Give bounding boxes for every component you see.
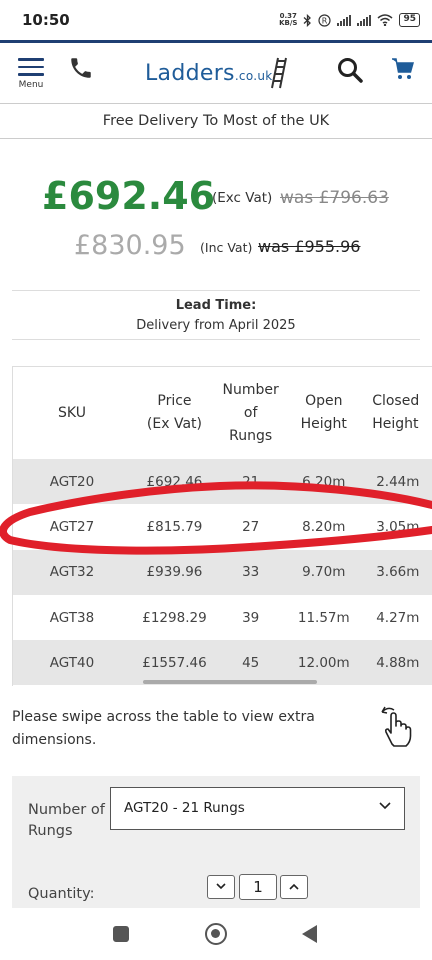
- recents-button[interactable]: [113, 926, 129, 942]
- quantity-decrease-button[interactable]: [207, 875, 235, 899]
- cell-closed-height: 3.05m: [376, 518, 420, 535]
- header-rungs: Number of Rungs: [222, 381, 279, 444]
- home-button[interactable]: [205, 923, 227, 945]
- table-row: AGT27 £815.79 27 8.20m 3.05m: [13, 504, 432, 549]
- lead-time-title: Lead Time:: [175, 298, 257, 313]
- quantity-input[interactable]: 1: [239, 874, 277, 900]
- table-header-row: SKU Price (Ex Vat) Number of Rungs Open Heig…: [13, 367, 432, 459]
- cell-rungs: 33: [217, 549, 284, 595]
- dimensions-table-scroll[interactable]: SKU Price (Ex Vat) Number of Rungs Open Heig…: [12, 366, 432, 686]
- header-sku: SKU: [58, 404, 86, 421]
- table-row: AGT20 £692.46 21 6.20m 2.44m: [13, 459, 432, 505]
- swipe-hint: Please swipe across the table to view ex…: [12, 709, 315, 748]
- menu-button[interactable]: Menu: [18, 58, 44, 90]
- was-price-ex-vat: was £796.63: [280, 188, 389, 208]
- cell-price: £815.79: [146, 518, 203, 535]
- cell-open-height: 8.20m: [302, 518, 346, 535]
- cell-open-height: 12.00m: [283, 640, 365, 686]
- chevron-down-icon: [379, 802, 391, 810]
- variant-label: Number of Rungs: [28, 802, 105, 839]
- product-options-panel: Number of Rungs AGT20 - 21 Rungs Quantit…: [12, 776, 420, 908]
- chevron-down-icon: [216, 883, 226, 890]
- cell-sku: AGT20: [13, 459, 131, 505]
- signal-icon-1: [337, 14, 352, 26]
- cell-price: £692.46: [130, 459, 218, 505]
- cell-open-height: 9.70m: [283, 549, 365, 595]
- price-ex-vat: £692.46: [42, 174, 216, 218]
- site-logo[interactable]: Ladders.co.uk: [145, 61, 273, 86]
- table-row: AGT40 £1557.46 45 12.00m 4.88m: [13, 640, 432, 686]
- header-closed-height: Closed Height: [372, 393, 420, 432]
- search-icon[interactable]: [337, 57, 363, 83]
- table-row: AGT38 £1298.29 39 11.57m 4.27m: [13, 595, 432, 640]
- variant-select[interactable]: AGT20 - 21 Rungs: [110, 787, 405, 830]
- cell-rungs: 27: [242, 518, 260, 535]
- lead-time: Lead Time: Delivery from April 2025: [12, 290, 420, 340]
- cell-closed-height: 4.27m: [376, 609, 420, 626]
- wifi-icon: [377, 14, 393, 26]
- cell-rungs: 45: [217, 640, 284, 686]
- menu-label: Menu: [18, 79, 44, 90]
- back-button[interactable]: [302, 925, 317, 943]
- table-row: AGT32 £939.96 33 9.70m 3.66m: [13, 549, 432, 595]
- cell-open-height: 6.20m: [283, 459, 365, 505]
- cell-sku: AGT40: [13, 640, 131, 686]
- cell-price: £1557.46: [130, 640, 218, 686]
- bluetooth-icon: [304, 13, 312, 27]
- variant-selected-value: AGT20 - 21 Rungs: [124, 800, 245, 816]
- header-open-height: Open Height: [300, 393, 347, 432]
- price-inc-vat: £830.95: [74, 230, 186, 261]
- hand-swipe-icon: [381, 706, 412, 747]
- cell-rungs: 21: [217, 459, 284, 505]
- status-icons: 0.37 KB/S R 95: [279, 13, 420, 27]
- cell-sku: AGT38: [49, 609, 95, 626]
- ex-vat-label: (Exc Vat): [212, 190, 273, 206]
- cell-sku: AGT32: [13, 549, 131, 595]
- status-time: 10:50: [22, 11, 70, 29]
- inc-vat-label: (Inc Vat): [200, 240, 253, 255]
- quantity-increase-button[interactable]: [280, 875, 308, 899]
- svg-text:R: R: [322, 16, 328, 25]
- hamburger-icon: [18, 58, 44, 61]
- cart-icon[interactable]: [391, 57, 415, 81]
- network-speed: 0.37 KB/S: [279, 12, 298, 27]
- cell-open-height: 11.57m: [297, 609, 350, 626]
- table-scrollbar[interactable]: [143, 680, 317, 684]
- signal-icon-2: [357, 14, 372, 26]
- android-nav-bar: [0, 908, 432, 960]
- registered-icon: R: [318, 13, 332, 27]
- ladder-logo-icon: [271, 57, 287, 89]
- battery-icon: 95: [399, 13, 420, 27]
- cell-closed-height: 3.66m: [364, 549, 432, 595]
- quantity-label: Quantity:: [28, 886, 95, 902]
- chevron-up-icon: [289, 883, 299, 890]
- cell-rungs: 39: [242, 609, 260, 626]
- cell-closed-height: 2.44m: [364, 459, 432, 505]
- dimensions-table: SKU Price (Ex Vat) Number of Rungs Open Heig…: [13, 367, 432, 686]
- cell-price: £1298.29: [142, 609, 207, 626]
- delivery-banner: Free Delivery To Most of the UK: [0, 103, 432, 139]
- header-price: Price (Ex Vat): [146, 393, 202, 432]
- was-price-inc-vat: was £955.96: [258, 237, 361, 256]
- cell-sku: AGT27: [49, 518, 95, 535]
- phone-icon[interactable]: [68, 55, 94, 81]
- status-bar: 10:50 0.37 KB/S R 95: [0, 0, 432, 40]
- site-header: Menu Ladders.co.uk: [0, 43, 432, 103]
- cell-price: £939.96: [130, 549, 218, 595]
- lead-time-value: Delivery from April 2025: [136, 318, 296, 333]
- cell-closed-height: 4.88m: [364, 640, 432, 686]
